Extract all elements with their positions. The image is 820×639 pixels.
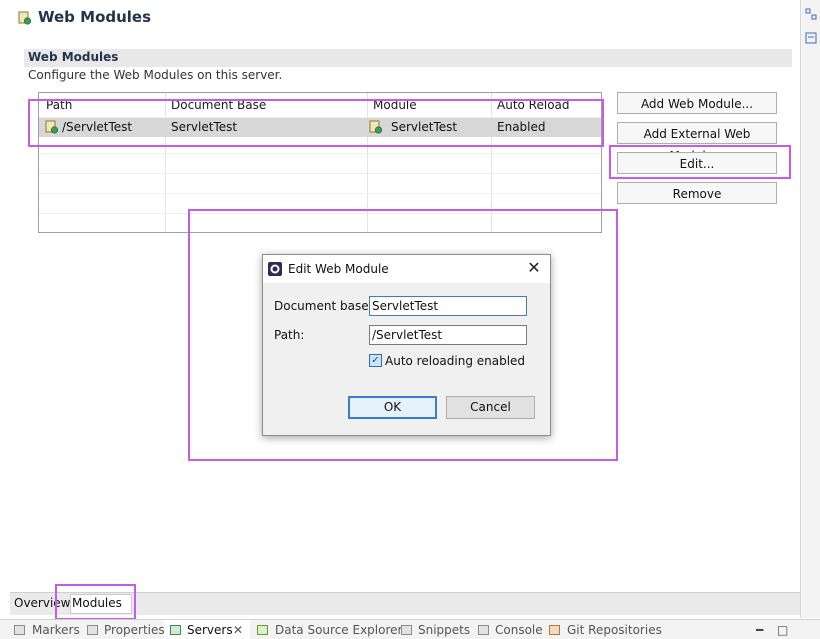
- remove-button[interactable]: Remove: [617, 182, 777, 204]
- tab-git-repositories[interactable]: Git Repositories: [567, 623, 662, 637]
- auto-reload-checkbox[interactable]: ✓: [369, 354, 382, 367]
- web-module-icon: [18, 11, 32, 25]
- tab-markers[interactable]: Markers: [32, 623, 80, 637]
- add-external-web-module-button[interactable]: Add External Web Module...: [617, 122, 777, 163]
- tab-properties[interactable]: Properties: [104, 623, 165, 637]
- data-source-explorer-icon: [257, 625, 268, 635]
- servers-icon: [170, 625, 181, 635]
- cancel-button[interactable]: Cancel: [446, 396, 535, 419]
- close-icon[interactable]: ✕: [233, 623, 243, 637]
- document-base-input[interactable]: ServletTest: [369, 296, 527, 316]
- task-list-icon[interactable]: [805, 32, 817, 44]
- minimize-icon[interactable]: ━: [756, 623, 763, 637]
- maximize-icon[interactable]: □: [777, 623, 788, 637]
- highlight-table-row: [28, 99, 604, 147]
- outline-icon[interactable]: [805, 8, 817, 20]
- properties-icon: [87, 625, 98, 635]
- row-divider: [39, 173, 601, 174]
- tab-data-source-explorer[interactable]: Data Source Explorer: [275, 623, 402, 637]
- dialog-titlebar: Edit Web Module ✕: [263, 255, 550, 283]
- tab-console[interactable]: Console: [495, 623, 543, 637]
- document-base-label: Document base:: [274, 299, 373, 313]
- dialog-title: Edit Web Module: [288, 262, 389, 276]
- close-icon[interactable]: ✕: [525, 259, 543, 277]
- section-header: [24, 49, 792, 67]
- auto-reload-label: Auto reloading enabled: [385, 354, 526, 368]
- edit-web-module-dialog: Edit Web Module ✕ Document base: Servlet…: [262, 254, 551, 436]
- highlight-modules-tab: [55, 584, 136, 620]
- add-web-module-button[interactable]: Add Web Module...: [617, 92, 777, 114]
- ok-button[interactable]: OK: [348, 396, 437, 419]
- page-title: Web Modules: [38, 8, 152, 26]
- tab-servers[interactable]: Servers: [187, 623, 233, 637]
- snippets-icon: [401, 625, 412, 635]
- console-icon: [478, 625, 489, 635]
- row-divider: [39, 153, 601, 154]
- right-trim-bar: [801, 0, 820, 618]
- markers-icon: [14, 625, 25, 635]
- eclipse-icon: [268, 262, 282, 276]
- section-description: Configure the Web Modules on this server…: [28, 68, 283, 82]
- highlight-edit-button: [609, 145, 791, 179]
- path-label: Path:: [274, 328, 305, 342]
- section-title: Web Modules: [28, 50, 119, 64]
- row-divider: [39, 193, 601, 194]
- tab-snippets[interactable]: Snippets: [418, 623, 470, 637]
- views-tab-bar: Markers Properties Servers ✕ Data Source…: [0, 619, 820, 639]
- git-repositories-icon: [549, 625, 560, 635]
- path-input[interactable]: /ServletTest: [369, 325, 527, 345]
